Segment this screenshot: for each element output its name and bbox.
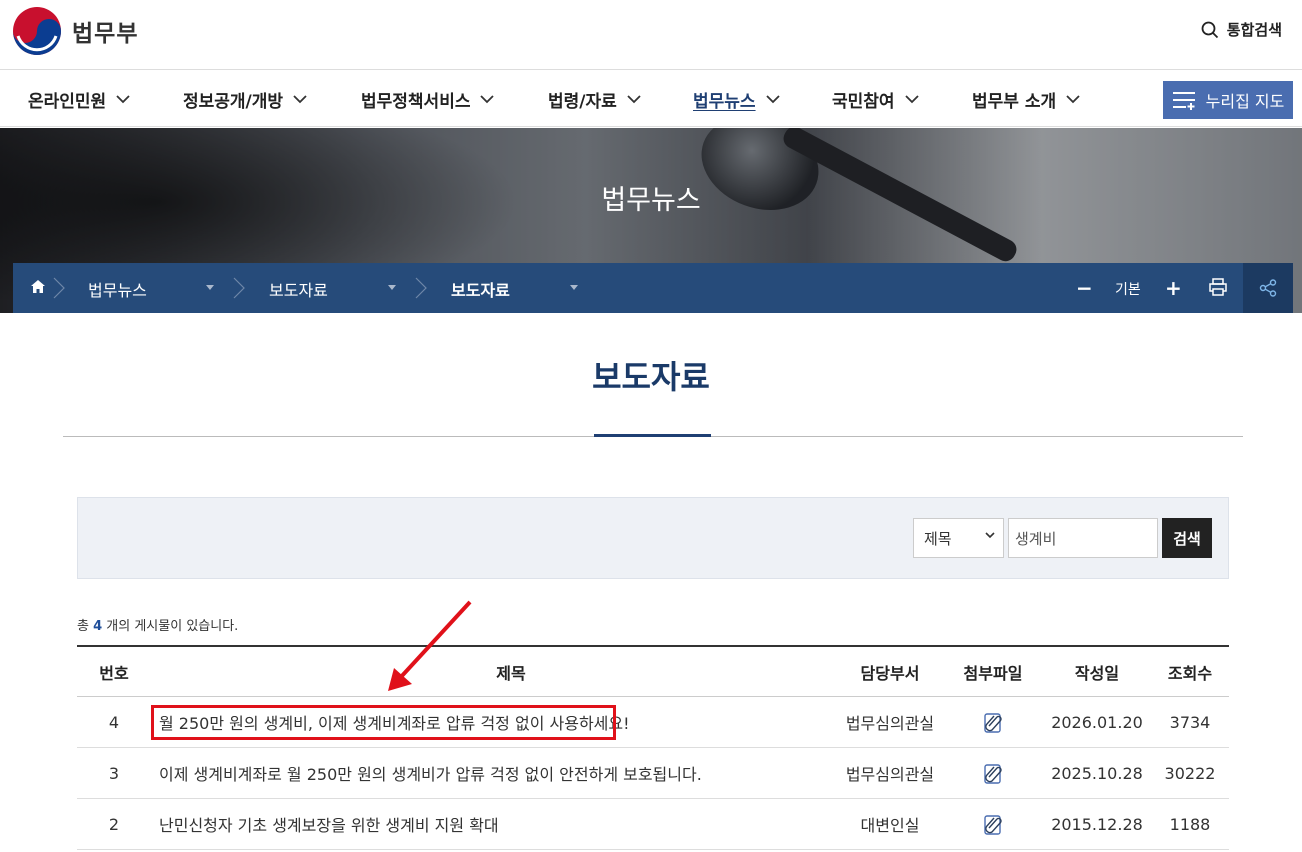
- count-suffix: 개의 게시물이 있습니다.: [106, 619, 239, 634]
- row-date: 2025.10.28: [1051, 763, 1143, 783]
- breadcrumb-separator-icon: [53, 277, 65, 299]
- row-date: 2026.01.20: [1051, 712, 1143, 732]
- site-logo[interactable]: 법무부: [12, 6, 138, 56]
- caret-down-icon[interactable]: [570, 285, 578, 290]
- chevron-down-icon: [904, 95, 919, 104]
- row-title-link[interactable]: 난민신청자 기초 생계보장을 위한 생계비 지원 확대: [151, 799, 871, 849]
- row-views: 1188: [1169, 814, 1211, 834]
- attachment-clip-icon: [984, 815, 1002, 835]
- caret-down-icon[interactable]: [206, 285, 214, 290]
- attachment-link[interactable]: [943, 748, 1043, 798]
- share-icon: [1259, 279, 1277, 297]
- annotation-highlight-box: [151, 705, 616, 740]
- page-title: 보도자료: [592, 358, 710, 396]
- chevron-down-icon: [480, 95, 495, 104]
- sitemap-button[interactable]: 누리집 지도: [1163, 81, 1293, 119]
- row-dept: 법무심의관실: [845, 765, 935, 784]
- row-views: 30222: [1164, 763, 1216, 783]
- print-icon[interactable]: [1209, 278, 1227, 296]
- nav-label: 법무뉴스: [693, 92, 756, 112]
- attachment-link[interactable]: [943, 697, 1043, 747]
- location-bar: 법무뉴스 보도자료 보도자료 − 기본 +: [13, 263, 1293, 313]
- attachment-clip-icon: [984, 713, 1002, 733]
- row-date: 2015.12.28: [1051, 814, 1143, 834]
- table-row: 3 이제 생계비계좌로 월 250만 원의 생계비가 압류 걱정 없이 안전하게…: [77, 748, 1229, 799]
- breadcrumb-current[interactable]: 보도자료: [451, 277, 510, 301]
- header-no: 번호: [99, 663, 129, 683]
- nav-policy-services[interactable]: 법무정책서비스: [361, 87, 495, 112]
- post-count: 4: [93, 619, 103, 634]
- banner-title: 법무뉴스: [601, 185, 701, 216]
- search-keyword-input[interactable]: 생계비: [1008, 518, 1158, 558]
- count-prefix: 총: [77, 619, 89, 634]
- press-release-table: 번호 제목 담당부서 첨부파일 작성일 조회수 4 월 250만 원의 생계비,…: [77, 645, 1229, 850]
- zoom-out-button[interactable]: −: [1076, 276, 1093, 300]
- row-title-link[interactable]: 이제 생계비계좌로 월 250만 원의 생계비가 압류 걱정 없이 안전하게 보…: [151, 748, 871, 798]
- table-header: 번호 제목 담당부서 첨부파일 작성일 조회수: [77, 645, 1229, 697]
- site-header: 법무부 통합검색: [0, 0, 1302, 70]
- search-button[interactable]: 검색: [1162, 518, 1212, 558]
- row-no: 2: [108, 814, 120, 834]
- attachment-link[interactable]: [943, 799, 1043, 849]
- nav-label: 법무정책서비스: [361, 92, 471, 112]
- nav-label: 국민참여: [832, 92, 895, 112]
- nav-label: 온라인민원: [28, 92, 107, 112]
- header-title: 제목: [496, 663, 526, 683]
- row-no: 4: [108, 712, 120, 732]
- row-no: 3: [108, 763, 120, 783]
- chevron-down-icon: [116, 95, 130, 104]
- nav-participation[interactable]: 국민참여: [832, 87, 919, 112]
- nav-label: 법령/자료: [548, 92, 617, 112]
- nav-law-news[interactable]: 법무뉴스: [693, 87, 780, 112]
- nav-about[interactable]: 법무부 소개: [972, 87, 1080, 112]
- zoom-in-button[interactable]: +: [1165, 276, 1182, 300]
- search-icon: [1201, 21, 1218, 38]
- nav-label: 정보공개/개방: [183, 92, 284, 112]
- chevron-down-icon: [985, 532, 995, 539]
- nav-info-disclosure[interactable]: 정보공개/개방: [183, 87, 307, 112]
- breadcrumb-separator-icon: [415, 277, 427, 299]
- sitemap-menu-icon: [1172, 92, 1195, 110]
- select-value: 제목: [924, 530, 952, 548]
- header-file: 첨부파일: [963, 663, 1023, 683]
- nav-laws-materials[interactable]: 법령/자료: [548, 87, 641, 112]
- zoom-level-label: 기본: [1115, 282, 1141, 298]
- header-views: 조회수: [1167, 663, 1213, 683]
- breadcrumb-law-news[interactable]: 법무뉴스: [88, 277, 147, 301]
- row-dept: 대변인실: [860, 816, 920, 835]
- nav-label: 법무부 소개: [972, 92, 1057, 112]
- taegeuk-logo-icon: [13, 7, 61, 55]
- chevron-down-icon: [765, 95, 780, 104]
- breadcrumb-separator-icon: [233, 277, 245, 299]
- chevron-down-icon: [627, 95, 641, 104]
- logo-text: 법무부: [72, 21, 139, 47]
- annotation-arrow-icon: [388, 600, 472, 691]
- home-icon[interactable]: [31, 280, 45, 293]
- header-dept: 담당부서: [860, 663, 920, 683]
- header-date: 작성일: [1074, 663, 1120, 683]
- search-field-select[interactable]: 제목: [913, 518, 1004, 558]
- nav-online-petition[interactable]: 온라인민원: [28, 87, 130, 112]
- chevron-down-icon: [1066, 95, 1080, 104]
- attachment-clip-icon: [984, 764, 1002, 784]
- table-row: 2 난민신청자 기초 생계보장을 위한 생계비 지원 확대 대변인실 2015.…: [77, 799, 1229, 850]
- integrated-search-label: 통합검색: [1226, 21, 1282, 39]
- caret-down-icon[interactable]: [388, 285, 396, 290]
- breadcrumb-press-release[interactable]: 보도자료: [269, 277, 328, 301]
- post-count-summary: 총 4 개의 게시물이 있습니다.: [77, 615, 238, 634]
- row-dept: 법무심의관실: [845, 714, 935, 733]
- sitemap-label: 누리집 지도: [1205, 92, 1285, 111]
- integrated-search-link[interactable]: 통합검색: [1201, 19, 1282, 40]
- share-button[interactable]: [1243, 263, 1293, 313]
- board-search-area: 제목 생계비 검색: [77, 497, 1229, 579]
- row-views: 3734: [1169, 712, 1211, 732]
- main-navigation: 온라인민원 정보공개/개방 법무정책서비스 법령/자료 법무뉴스 국민참여 법무…: [0, 71, 1302, 127]
- title-accent-bar: [594, 434, 711, 437]
- table-row: 4 월 250만 원의 생계비, 이제 생계비계좌로 압류 걱정 없이 사용하세…: [77, 697, 1229, 748]
- chevron-down-icon: [293, 95, 307, 104]
